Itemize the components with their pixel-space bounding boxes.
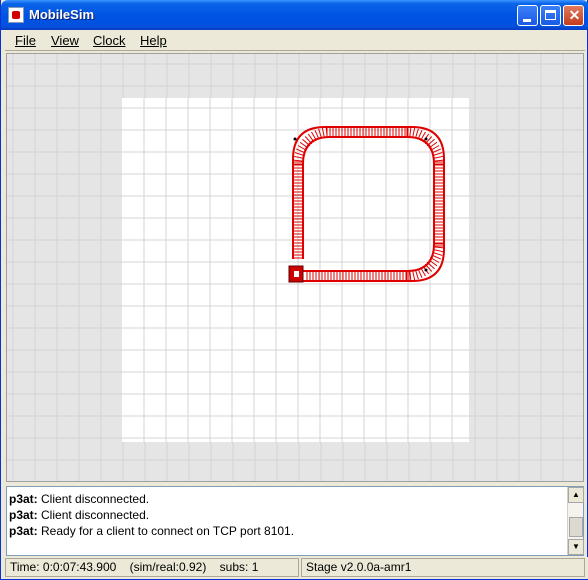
log-scrollbar[interactable]: ▲ ▼ [567,487,584,555]
status-bar: Time: 0:0:07:43.900 (sim/real:0.92) subs… [1,557,588,579]
maximize-button[interactable] [540,5,561,26]
log-line: p3at: Ready for a client to connect on T… [9,524,295,538]
waypoint-marker [424,137,428,141]
scroll-down-button[interactable]: ▼ [568,539,584,555]
simulation-canvas[interactable] [6,53,584,482]
map-view[interactable] [7,54,584,482]
sim-time: Time: 0:0:07:43.900 [10,560,117,574]
app-icon[interactable] [8,7,24,23]
minimize-icon [523,19,531,22]
log-line: p3at: Client disconnected. [9,508,150,522]
stage-version: Stage v2.0.0a-amr1 [301,558,585,577]
menu-help[interactable]: Help [140,33,167,48]
app-window: MobileSim ✕ File View Clock Help p3at: C… [0,0,588,580]
close-icon: ✕ [568,7,581,23]
sim-real-ratio: (sim/real:0.92) [129,560,207,574]
window-title: MobileSim [29,7,95,22]
log-panel[interactable]: p3at: Client disconnected. p3at: Client … [6,486,584,556]
scroll-up-button[interactable]: ▲ [568,487,584,503]
subscription-count: subs: 1 [219,560,259,574]
maximize-icon [545,10,556,20]
waypoint-marker [424,268,428,272]
menu-clock[interactable]: Clock [93,33,126,48]
menu-bar: File View Clock Help [5,30,585,51]
close-button[interactable]: ✕ [563,5,584,26]
menu-file[interactable]: File [15,33,36,48]
minimize-button[interactable] [517,5,538,26]
scroll-thumb[interactable] [569,517,583,537]
log-lines: p3at: Client disconnected. p3at: Client … [9,491,565,539]
waypoint-marker [293,137,297,141]
robot[interactable] [288,265,304,283]
title-bar[interactable]: MobileSim ✕ [1,0,588,30]
log-line: p3at: Client disconnected. [9,492,150,506]
status-main: Time: 0:0:07:43.900 (sim/real:0.92) subs… [5,558,299,577]
menu-view[interactable]: View [51,33,79,48]
